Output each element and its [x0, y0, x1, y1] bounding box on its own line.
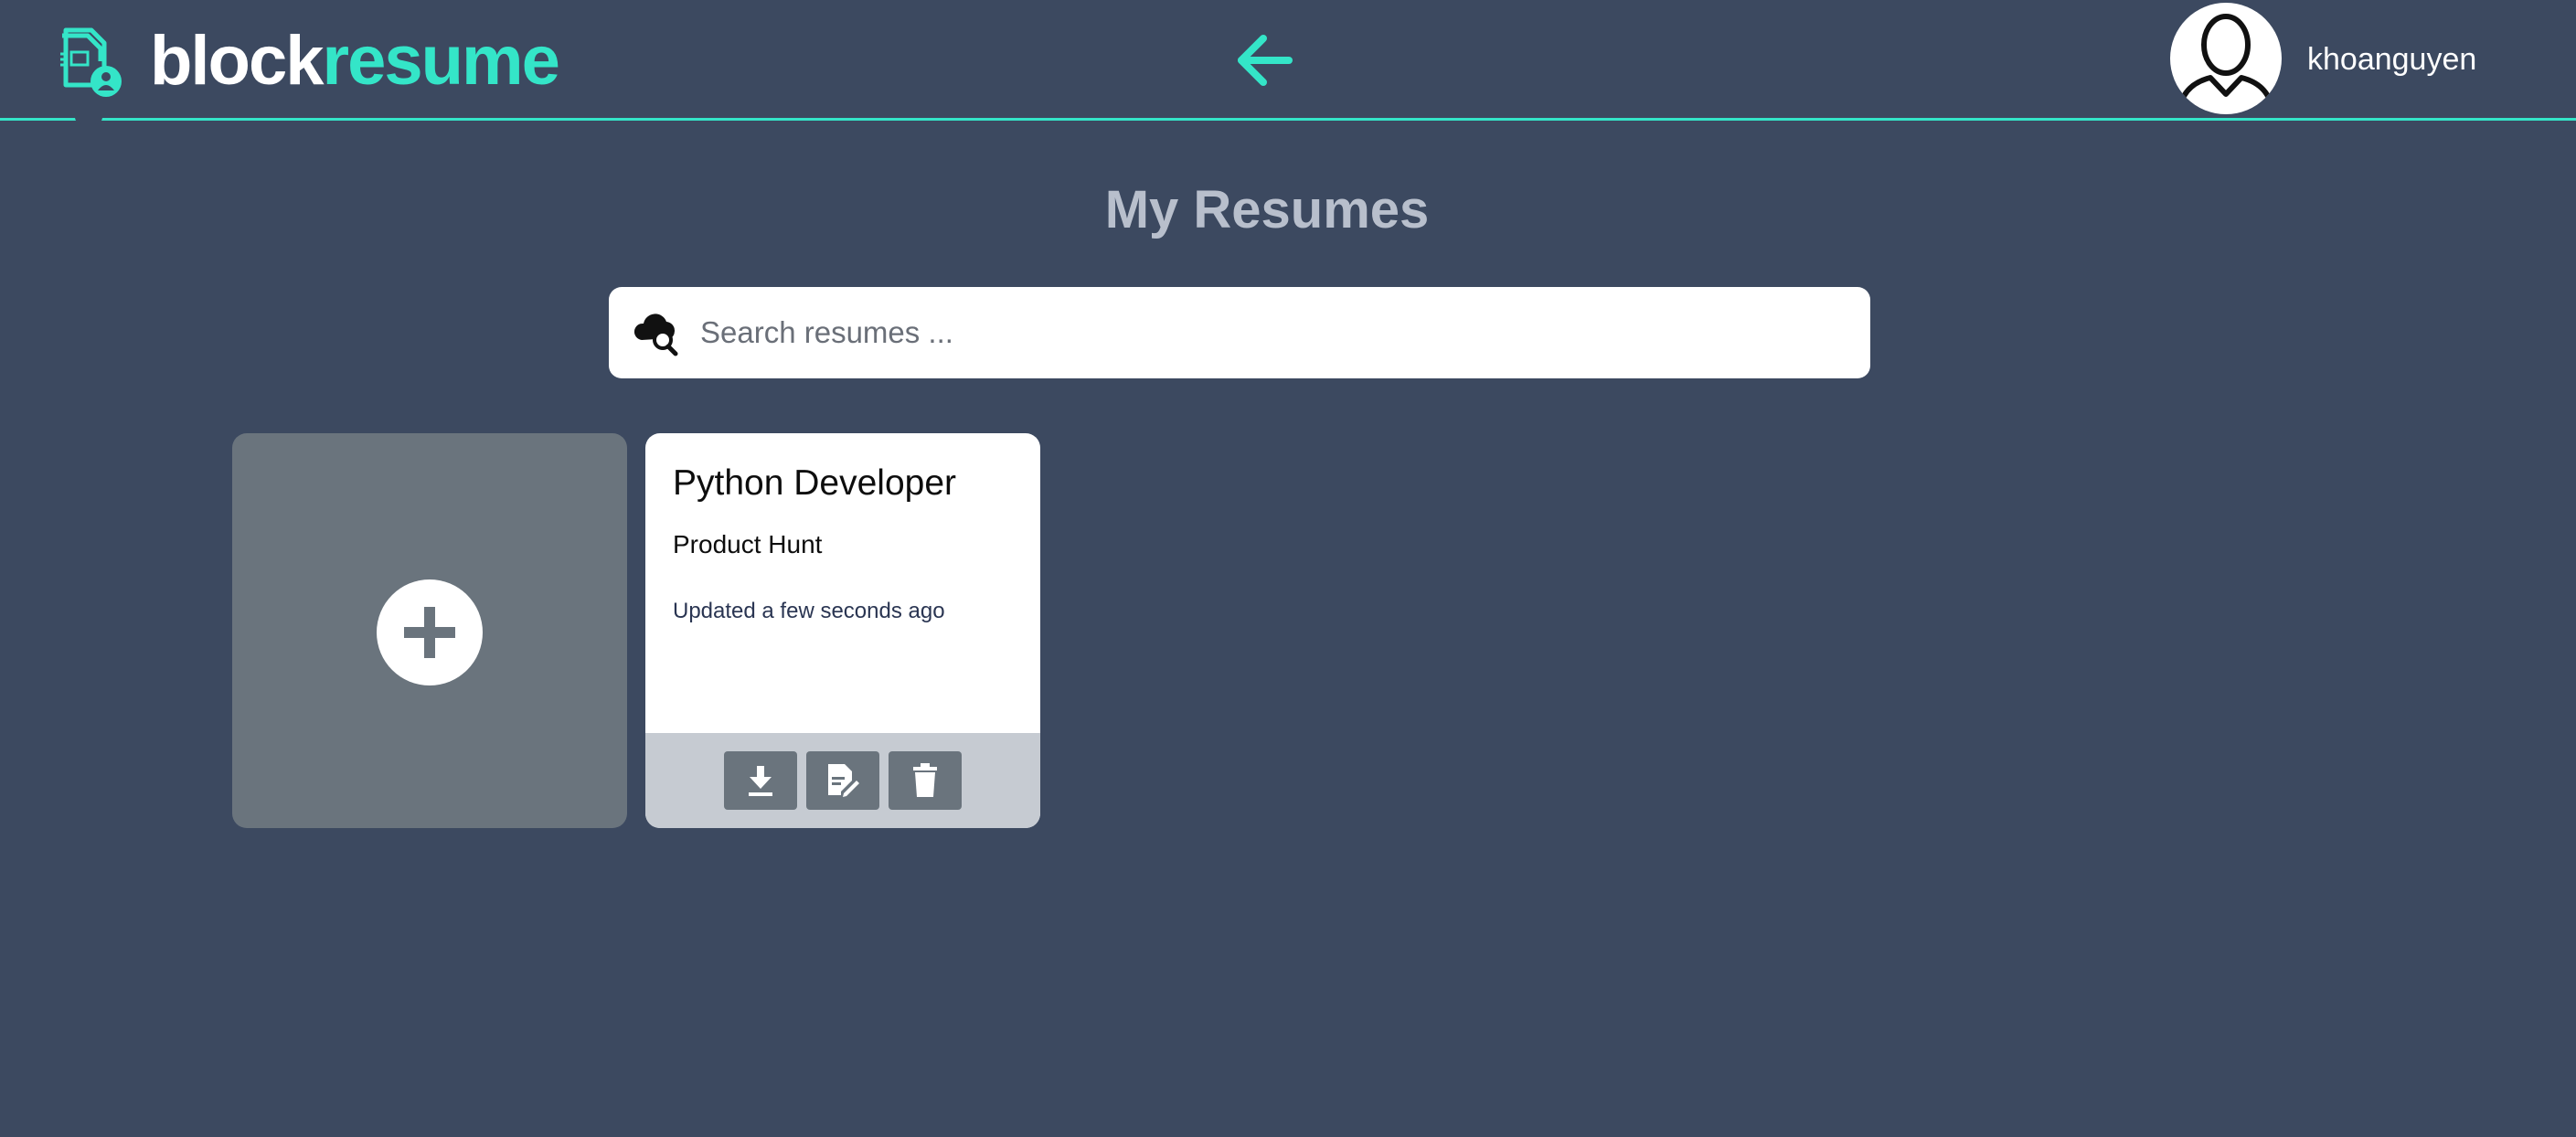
user-silhouette-icon — [2177, 14, 2275, 113]
trash-icon — [913, 763, 937, 797]
page: blockresume khoanguyen My Resumes Search… — [0, 0, 2576, 1137]
avatar[interactable] — [2170, 3, 2282, 114]
cloud-search-icon — [633, 313, 678, 356]
logo-tab-decoration — [75, 117, 102, 124]
delete-button[interactable] — [889, 751, 962, 810]
resume-title: Python Developer — [673, 463, 957, 503]
brand-name: blockresume — [150, 22, 560, 100]
arrow-left-icon — [1238, 35, 1293, 86]
search-bar — [609, 287, 1870, 378]
download-icon — [749, 766, 772, 796]
add-resume-card[interactable] — [232, 433, 627, 828]
brand-logo[interactable]: blockresume — [53, 20, 560, 102]
top-header: blockresume khoanguyen — [0, 0, 2576, 124]
resume-actions — [645, 733, 1040, 828]
resume-updated-time: Updated a few seconds ago — [673, 599, 945, 623]
resume-company: Product Hunt — [673, 530, 823, 558]
resume-card[interactable]: Python Developer Product Hunt Updated a … — [645, 433, 1040, 828]
resume-document-icon — [60, 27, 122, 97]
username[interactable]: khoanguyen — [2307, 37, 2476, 82]
page-title: My Resumes — [1104, 180, 1430, 239]
back-button[interactable] — [1230, 27, 1296, 93]
search-input[interactable] — [700, 287, 1870, 378]
plus-circle-icon — [404, 607, 455, 658]
edit-document-icon — [828, 764, 859, 797]
edit-button[interactable] — [806, 751, 879, 810]
download-button[interactable] — [724, 751, 797, 810]
add-resume-button[interactable] — [377, 579, 483, 685]
